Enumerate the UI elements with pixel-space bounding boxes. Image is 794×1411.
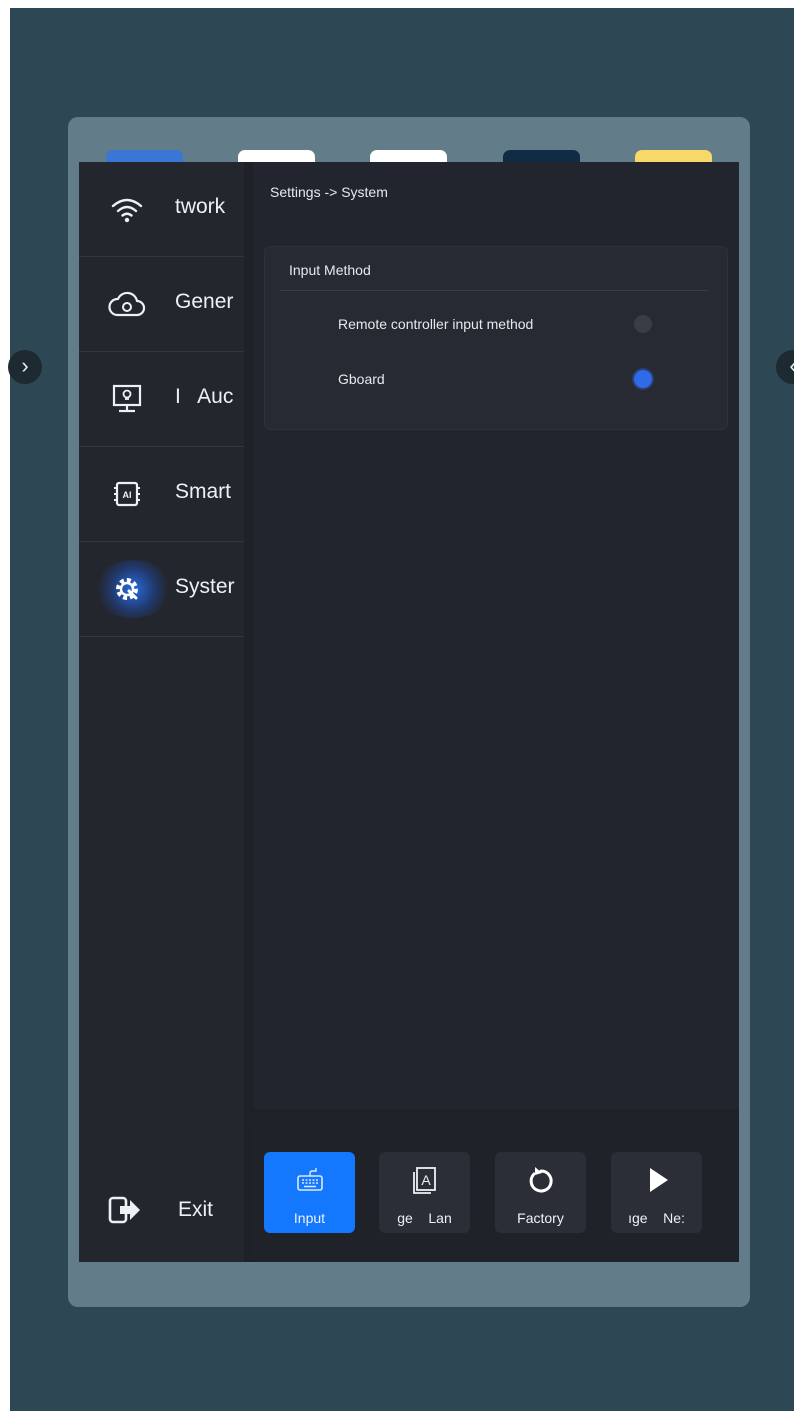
sidebar-item-network[interactable]: twork xyxy=(79,162,244,257)
sidebar-item-smart[interactable]: AI Smart xyxy=(79,447,244,542)
option-gboard-label[interactable]: Gboard xyxy=(338,371,385,387)
system-gear-icon xyxy=(116,578,138,600)
sidebar-item-label: Smart xyxy=(175,480,232,503)
ai-chip-icon: AI xyxy=(114,481,140,507)
sidebar: twork Gener I Auc AI Smart Syster xyxy=(79,162,244,1262)
exit-label: Exit xyxy=(178,1198,214,1221)
sidebar-item-label: Syster xyxy=(175,575,235,598)
svg-text:A: A xyxy=(421,1172,431,1188)
exit-button[interactable]: Exit xyxy=(108,1192,228,1232)
sidebar-item-general[interactable]: Gener xyxy=(79,257,244,352)
input-button-label: Input xyxy=(293,1210,326,1226)
factory-button[interactable]: Factory xyxy=(495,1152,586,1233)
factory-button-label: Factory xyxy=(517,1210,564,1226)
svg-text:AI: AI xyxy=(123,490,132,500)
radio-gboard[interactable] xyxy=(634,370,652,388)
next-button[interactable]: ıge Ne: xyxy=(611,1152,702,1233)
language-button[interactable]: A ge Lan xyxy=(379,1152,470,1233)
sidebar-item-label: Gener xyxy=(175,290,234,313)
option-remote-label[interactable]: Remote controller input method xyxy=(338,316,533,332)
breadcrumb: Settings -> System xyxy=(270,184,388,200)
sidebar-item-audio[interactable]: I Auc xyxy=(79,352,244,447)
panel-title: Input Method xyxy=(289,262,371,278)
sidebar-item-system[interactable]: Syster xyxy=(79,542,244,637)
panel-divider xyxy=(280,290,708,291)
refresh-icon xyxy=(529,1167,553,1193)
radio-remote-controller[interactable] xyxy=(634,315,652,333)
monitor-bulb-icon xyxy=(112,384,142,413)
sidebar-item-label: I Auc xyxy=(175,385,234,408)
cloud-settings-icon xyxy=(108,291,146,317)
keyboard-icon xyxy=(297,1168,323,1191)
input-button[interactable]: Input xyxy=(264,1152,355,1233)
chevron-right-icon[interactable]: › xyxy=(8,350,42,384)
language-icon: A xyxy=(413,1167,436,1194)
next-button-label: ıge Ne: xyxy=(628,1210,685,1226)
language-button-label: ge Lan xyxy=(397,1210,452,1226)
exit-icon xyxy=(108,1196,140,1224)
play-icon xyxy=(650,1168,668,1192)
sidebar-item-label: twork xyxy=(175,195,226,218)
wifi-icon xyxy=(111,198,143,223)
